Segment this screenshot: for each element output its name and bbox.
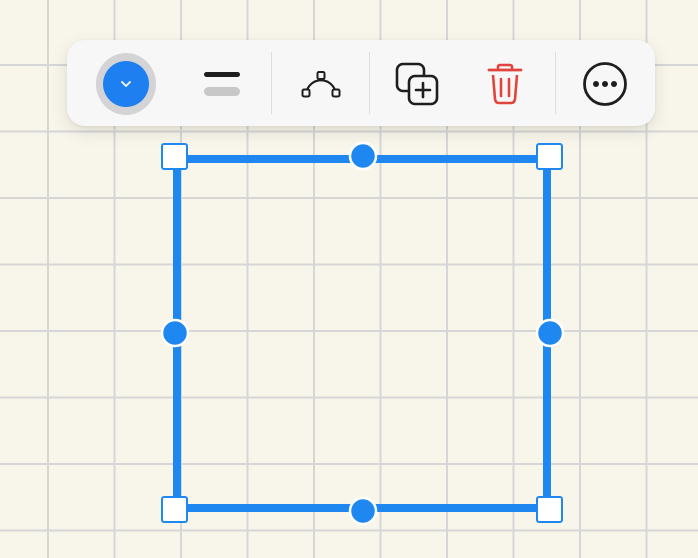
midpoint-handle-left[interactable] xyxy=(160,318,190,348)
selected-rectangle[interactable] xyxy=(173,155,551,512)
resize-handle-top-right[interactable] xyxy=(536,143,563,170)
resize-handle-bottom-left[interactable] xyxy=(161,496,188,523)
midpoint-handle-right[interactable] xyxy=(535,318,565,348)
selection-layer xyxy=(160,141,565,526)
resize-handle-top-left[interactable] xyxy=(161,143,188,170)
midpoint-handle-top[interactable] xyxy=(348,141,378,171)
midpoint-handle-bottom[interactable] xyxy=(348,496,378,526)
resize-handle-bottom-right[interactable] xyxy=(536,496,563,523)
